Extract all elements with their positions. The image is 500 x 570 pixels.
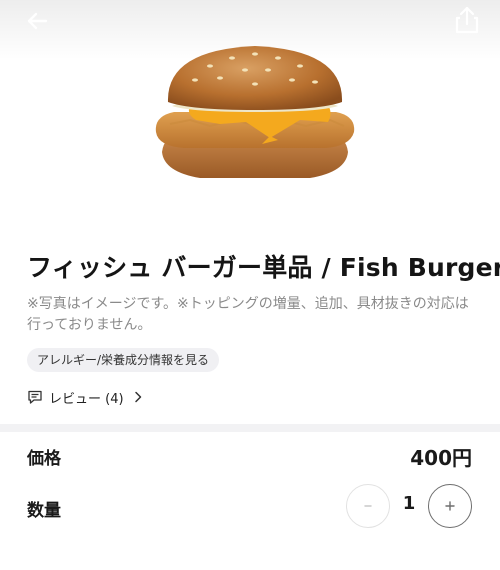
plus-icon: [445, 501, 455, 511]
review-link[interactable]: レビュー (4): [27, 386, 144, 408]
back-button[interactable]: [22, 6, 52, 36]
increase-quantity-button[interactable]: [428, 484, 472, 528]
section-divider: [0, 424, 500, 432]
share-icon: [455, 6, 479, 34]
arrow-left-icon: [27, 12, 48, 30]
product-title: フィッシュ バーガー単品 / Fish Burger: [27, 253, 500, 282]
minus-icon: [364, 505, 372, 507]
chevron-right-icon: [134, 391, 141, 403]
price-value: 400円: [410, 446, 472, 470]
product-hero: [0, 0, 500, 225]
comment-icon: [28, 390, 42, 404]
price-label: 価格: [27, 449, 61, 469]
allergy-info-button[interactable]: アレルギー/栄養成分情報を見る: [27, 348, 220, 372]
product-image: [155, 46, 355, 178]
product-description: ※写真はイメージです。※トッピングの増量、追加、具材抜きの対応は行っておりません…: [27, 296, 469, 333]
quantity-value: 1: [402, 493, 416, 514]
share-button[interactable]: [452, 4, 482, 36]
review-label: レビュー (4): [49, 391, 124, 407]
decrease-quantity-button[interactable]: [346, 484, 390, 528]
quantity-label: 数量: [27, 501, 61, 521]
